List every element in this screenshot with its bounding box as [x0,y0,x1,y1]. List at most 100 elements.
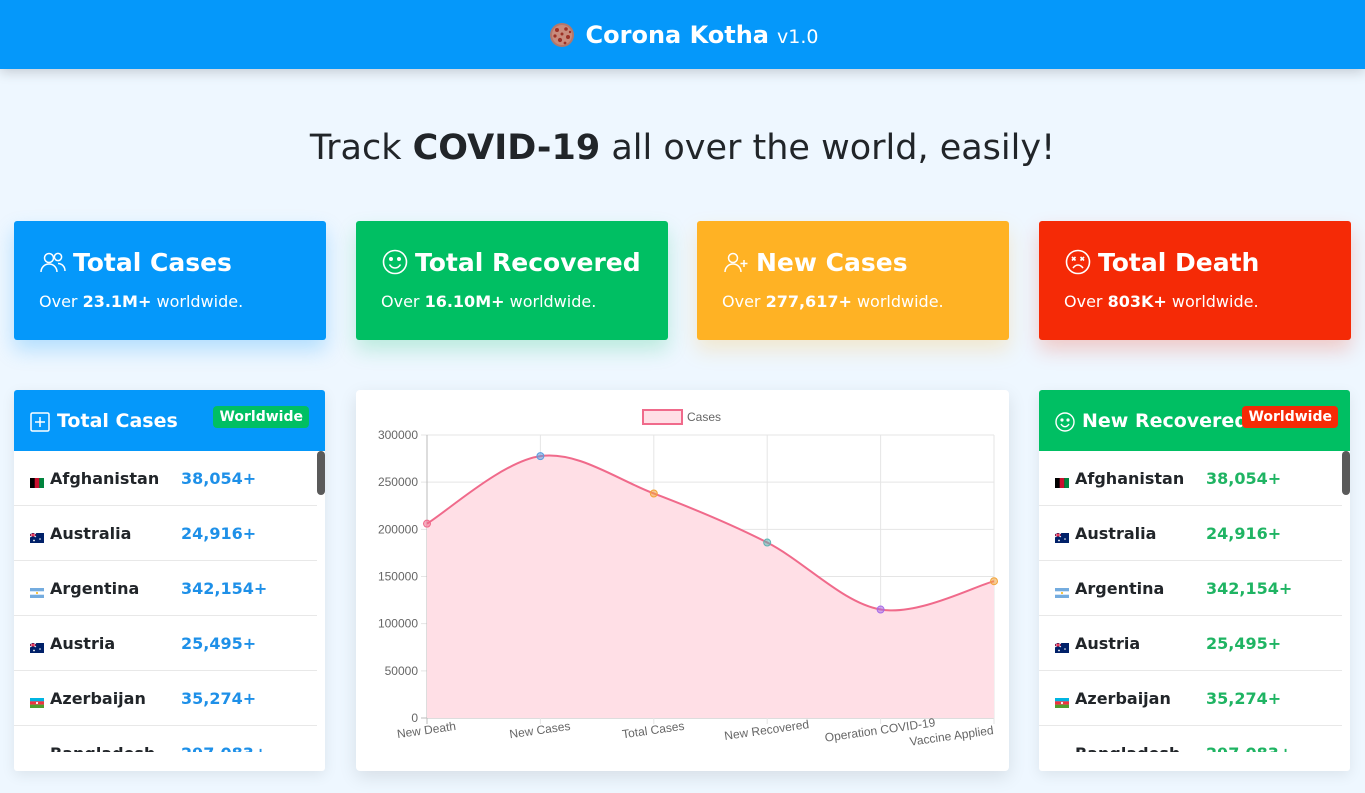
list-item[interactable]: Australia 24,916+ [14,506,317,561]
list-item[interactable]: Bangladesh 297,083+ [14,726,317,753]
list-item[interactable]: Austria 25,495+ [14,616,317,671]
total-cases-card: Total Cases Over 23.1M+ worldwide. [14,221,326,340]
y-tick-label: 300000 [378,428,418,442]
country-name: Afghanistan [50,468,160,488]
data-point[interactable] [763,538,772,547]
user-plus-icon [724,252,748,273]
x-tick-label: New Recovered [723,717,809,743]
data-point[interactable] [649,489,658,498]
azerbaijan-flag-icon [1055,693,1069,708]
cases-chart-card: 300000 250000 200000 150000 100000 50000 0 New… [356,390,1009,771]
stat-desc: Over 23.1M+ worldwide. [39,292,301,311]
country-list[interactable]: Afghanistan 38,054+ Australia 24,916+ Ar… [14,451,325,752]
australia-flag-icon [1054,528,1069,543]
stat-suffix: worldwide. [156,292,244,311]
stat-value: 803K+ [1107,292,1167,311]
list-item[interactable]: Australia 24,916+ [1039,506,1342,561]
stat-title-text: Total Death [1098,247,1260,277]
new-recovered-list-card: New Recovered Worldwide Afghanistan 38,0… [1039,390,1350,771]
stat-title-text: Total Cases [73,247,232,277]
legend-label: Cases [687,410,721,424]
recovered-count: 342,154+ [1206,578,1293,598]
list-item[interactable]: Bangladesh 297,083+ [1039,726,1342,753]
case-count: 38,054+ [181,468,257,488]
stat-prefix: Over [1064,292,1103,311]
austria-flag-icon [1054,638,1069,653]
list-scrollbar[interactable] [1342,451,1350,495]
recovered-count: 25,495+ [1206,633,1282,653]
total-recovered-title: Total Recovered [381,245,643,279]
case-count: 24,916+ [181,523,257,543]
new-cases-title: New Cases [722,245,984,279]
list-item[interactable]: Argentina 342,154+ [14,561,317,616]
list-header: Total Cases Worldwide [14,390,325,451]
y-tick-label: 50000 [385,664,419,678]
worldwide-badge: Worldwide [213,406,309,428]
country-name: Bangladesh [50,744,181,753]
country-name: Afghanistan [1075,468,1185,488]
recovered-count: 38,054+ [1206,468,1282,488]
austria-flag-icon [29,638,44,653]
stat-value: 277,617+ [765,292,852,311]
x-tick-label: New Death [396,719,457,741]
chart-legend[interactable]: Cases [642,409,721,425]
brand[interactable]: Corona Kotha v1.0 [547,20,819,50]
country-name: Australia [50,523,132,543]
x-tick-label: Total Cases [621,719,685,742]
list-item[interactable]: Azerbaijan 35,274+ [1039,671,1342,726]
headline-pre: Track [309,128,402,168]
legend-swatch [642,409,683,425]
cases-area-fill [427,455,994,718]
case-count: 25,495+ [181,633,257,653]
stat-desc: Over 16.10M+ worldwide. [381,292,643,311]
argentina-flag-icon [1055,583,1069,598]
data-point[interactable] [423,519,431,528]
total-recovered-card: Total Recovered Over 16.10M+ worldwide. [356,221,668,340]
y-tick-label: 150000 [378,570,418,584]
plus-square-icon [30,411,50,432]
list-item[interactable]: Austria 25,495+ [1039,616,1342,671]
afghanistan-flag-icon [1055,473,1069,488]
total-cases-list-card: Total Cases Worldwide Afghanistan 38,054… [14,390,325,771]
list-item[interactable]: Afghanistan 38,054+ [14,451,317,506]
country-name: Austria [50,633,116,653]
headline-bold: COVID-19 [412,128,601,168]
stat-desc: Over 277,617+ worldwide. [722,292,984,311]
data-point[interactable] [536,452,545,461]
smile-icon [382,249,408,275]
stat-value: 23.1M+ [82,292,152,311]
country-list[interactable]: Afghanistan 38,054+ Australia 24,916+ Ar… [1039,451,1350,752]
australia-flag-icon [29,528,44,543]
country-name: Argentina [1075,578,1165,598]
data-point[interactable] [990,577,998,586]
country-name: Austria [1075,633,1141,653]
list-scrollbar[interactable] [317,451,325,495]
stat-prefix: Over [381,292,420,311]
users-icon [40,252,66,273]
new-cases-card: New Cases Over 277,617+ worldwide. [697,221,1009,340]
worldwide-badge: Worldwide [1242,406,1338,428]
case-count: 342,154+ [181,578,268,598]
stat-prefix: Over [39,292,78,311]
stat-suffix: worldwide. [509,292,597,311]
list-item[interactable]: Azerbaijan 35,274+ [14,671,317,726]
list-item[interactable]: Argentina 342,154+ [1039,561,1342,616]
stat-desc: Over 803K+ worldwide. [1064,292,1326,311]
y-tick-label: 200000 [378,522,418,536]
stat-prefix: Over [722,292,761,311]
list-title: Total Cases [57,409,178,432]
list-header: New Recovered Worldwide [1039,390,1350,451]
country-name: Bangladesh [1075,744,1206,753]
afghanistan-flag-icon [30,473,44,488]
page-headline: Track COVID-19 all over the world, easil… [0,128,1365,168]
recovered-count: 24,916+ [1206,523,1282,543]
list-title: New Recovered [1082,409,1248,432]
stat-value: 16.10M+ [424,292,505,311]
stat-title-text: New Cases [756,247,908,277]
brand-version: v1.0 [777,25,819,48]
azerbaijan-flag-icon [30,693,44,708]
data-point[interactable] [876,605,885,614]
list-item[interactable]: Afghanistan 38,054+ [1039,451,1342,506]
headline-post: all over the world, easily! [611,128,1056,168]
smile-icon [1055,411,1075,432]
